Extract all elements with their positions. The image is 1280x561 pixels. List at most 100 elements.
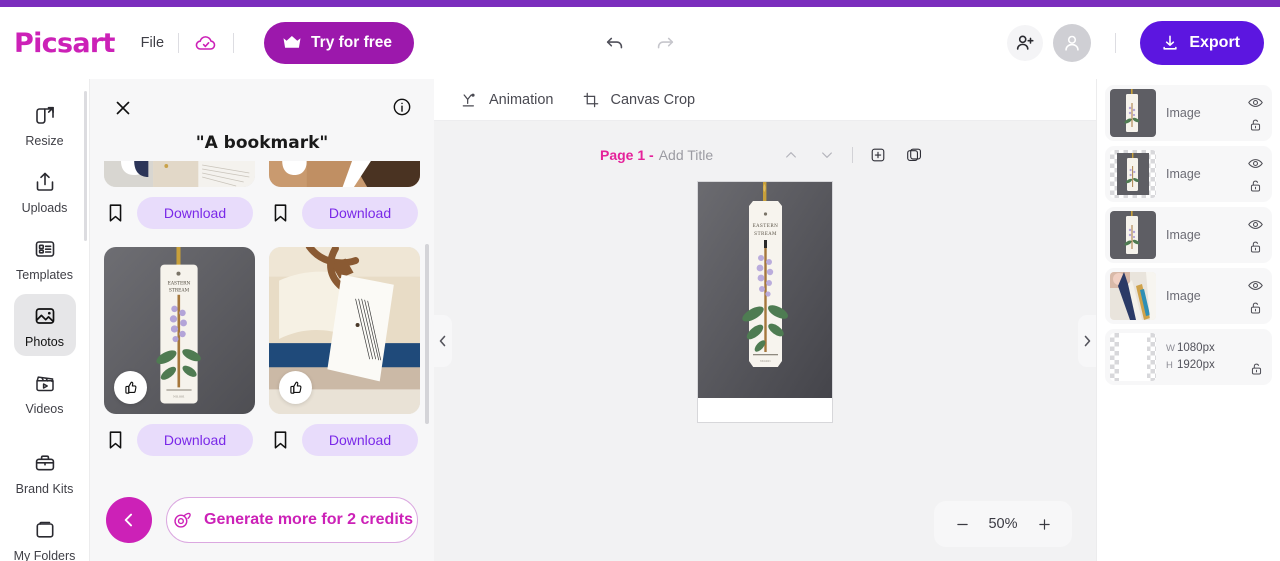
crown-icon (282, 35, 302, 51)
bookmark-icon[interactable] (271, 202, 290, 224)
sidebar-item-label: Videos (25, 402, 64, 416)
undo-icon[interactable] (599, 27, 631, 59)
panel-scrollbar[interactable] (425, 244, 429, 424)
bookmark-icon[interactable] (106, 202, 125, 224)
crop-icon (581, 90, 601, 110)
photo-thumbnail[interactable] (269, 247, 420, 414)
download-button[interactable]: Download (302, 197, 418, 229)
chevron-down-icon[interactable] (811, 139, 843, 171)
download-button[interactable]: Download (137, 424, 253, 456)
unlock-icon[interactable] (1249, 361, 1264, 377)
redo-icon[interactable] (649, 27, 681, 59)
results-scroll-area[interactable]: Download Download EASTERN STREAM NO.001 … (90, 161, 434, 489)
layer-controls (1247, 216, 1264, 255)
bookmark-icon[interactable] (271, 429, 290, 451)
eye-icon[interactable] (1247, 155, 1264, 172)
generate-more-button[interactable]: Generate more for 2 credits (166, 497, 418, 543)
file-menu[interactable]: File (141, 35, 164, 51)
layer-name: Image (1166, 106, 1201, 120)
unlock-icon[interactable] (1248, 300, 1263, 316)
svg-text:EASTERN: EASTERN (753, 224, 779, 229)
photo-thumbnail[interactable] (269, 161, 420, 187)
sidebar-item-brand-kits[interactable]: Brand Kits (14, 441, 76, 503)
header-divider-2 (233, 33, 235, 53)
photo-thumbnail[interactable] (104, 161, 255, 187)
page-title-input[interactable]: Add Title (659, 147, 713, 163)
sidebar-item-uploads[interactable]: Uploads (14, 160, 76, 222)
export-button[interactable]: Export (1140, 21, 1264, 65)
canvas-area[interactable]: Page 1 - Add Title EASTERN STREAM NO.001… (434, 121, 1096, 561)
svg-text:NO.001: NO.001 (173, 394, 185, 398)
artboard-blank-region (698, 398, 832, 422)
sidebar-item-photos[interactable]: Photos (13, 294, 76, 356)
close-icon[interactable] (112, 97, 134, 119)
canvas-column: Animation Canvas Crop Page 1 - Add Title… (434, 79, 1096, 561)
upload-icon (32, 169, 58, 195)
header-right-group: Export (1007, 21, 1264, 65)
collapse-left-panel-button[interactable] (434, 315, 452, 367)
animation-icon (460, 90, 480, 110)
unlock-icon[interactable] (1248, 239, 1263, 255)
download-button[interactable]: Download (302, 424, 418, 456)
cloud-check-icon[interactable] (193, 30, 219, 56)
width-key: W (1166, 343, 1175, 354)
unlock-icon[interactable] (1248, 117, 1263, 133)
left-sidebar: Resize Uploads Templates Photos Videos B… (0, 79, 90, 561)
canvas-crop-tool[interactable]: Canvas Crop (581, 90, 695, 110)
artboard[interactable]: EASTERN STREAM NO.001 (697, 181, 833, 423)
sidebar-item-videos[interactable]: Videos (14, 361, 76, 423)
sidebar-item-my-folders[interactable]: My Folders (14, 508, 76, 561)
thumbs-up-icon[interactable] (114, 371, 147, 404)
unlock-icon[interactable] (1248, 178, 1263, 194)
collapse-right-panel-button[interactable] (1078, 315, 1096, 367)
layer-controls (1247, 155, 1264, 194)
thumbs-up-icon[interactable] (279, 371, 312, 404)
canvas-dimensions: W 1080px H 1920px (1166, 340, 1249, 374)
folder-icon (32, 517, 58, 543)
try-for-free-button[interactable]: Try for free (264, 22, 415, 64)
sidebar-scrollbar[interactable] (84, 91, 87, 241)
sidebar-item-label: Brand Kits (15, 482, 74, 496)
photos-icon (32, 303, 58, 329)
svg-text:STREAM: STREAM (169, 289, 190, 294)
photo-result-card: EASTERN STREAM NO.001 Download (104, 247, 255, 464)
user-avatar-icon[interactable] (1053, 24, 1092, 62)
download-button[interactable]: Download (137, 197, 253, 229)
back-button[interactable] (106, 497, 152, 543)
sidebar-item-templates[interactable]: Templates (14, 227, 76, 289)
picsart-logo[interactable]: Picsart (14, 28, 115, 59)
add-person-icon[interactable] (1007, 25, 1044, 61)
zoom-in-button[interactable] (1032, 512, 1056, 536)
eye-icon[interactable] (1247, 277, 1264, 294)
canvas-crop-label: Canvas Crop (610, 91, 696, 108)
thumbnail-actions: Download (269, 414, 420, 464)
templates-icon (32, 236, 58, 262)
layer-item[interactable]: Image (1105, 146, 1272, 202)
chevron-up-icon[interactable] (775, 139, 807, 171)
eye-icon[interactable] (1247, 216, 1264, 233)
canvas-toolbar: Animation Canvas Crop (434, 79, 1096, 121)
animation-tool[interactable]: Animation (460, 90, 553, 110)
zoom-out-button[interactable] (950, 512, 974, 536)
sidebar-item-label: Uploads (21, 201, 68, 215)
page-controls-divider (852, 147, 853, 163)
canvas-layer-controls (1249, 329, 1264, 385)
top-accent-strip (0, 0, 1280, 7)
layer-item[interactable]: Image (1105, 207, 1272, 263)
sidebar-item-resize[interactable]: Resize (14, 93, 76, 155)
layer-name: Image (1166, 289, 1201, 303)
canvas-layer-item[interactable]: W 1080px H 1920px (1105, 329, 1272, 385)
export-label: Export (1189, 34, 1240, 51)
bookmark-icon[interactable] (106, 429, 125, 451)
eye-icon[interactable] (1247, 94, 1264, 111)
layer-item[interactable]: Image (1105, 268, 1272, 324)
photo-result-card: Download (269, 161, 420, 237)
photo-thumbnail[interactable]: EASTERN STREAM NO.001 (104, 247, 255, 414)
sidebar-item-label: Resize (25, 134, 64, 148)
duplicate-page-icon[interactable] (898, 139, 930, 171)
history-controls (599, 27, 681, 59)
layer-thumbnail (1110, 150, 1156, 198)
add-page-icon[interactable] (862, 139, 894, 171)
info-icon[interactable] (392, 97, 412, 117)
layer-item[interactable]: Image (1105, 85, 1272, 141)
